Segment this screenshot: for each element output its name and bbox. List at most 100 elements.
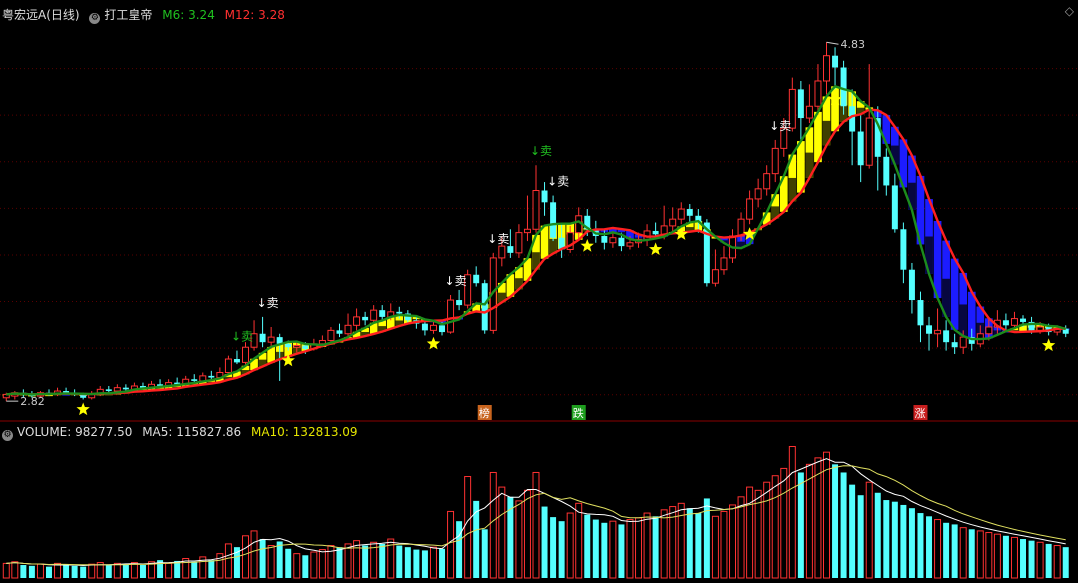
- candle-body-down: [652, 230, 659, 235]
- candle-body-down: [797, 89, 804, 119]
- candle-body-up: [754, 188, 762, 200]
- stock-name[interactable]: 粤宏远A: [2, 8, 46, 22]
- volume-bar-up: [746, 486, 754, 579]
- volume-bar-down: [1020, 539, 1026, 578]
- candle-body-up: [746, 198, 754, 220]
- volume-bar-up: [165, 562, 173, 579]
- candle-body-down: [233, 359, 240, 363]
- volume-bar-down: [404, 547, 411, 578]
- indicator-name[interactable]: 打工皇帝: [104, 8, 152, 22]
- candle-body-up: [113, 387, 121, 392]
- band: [2, 86, 1070, 397]
- candle-body-up: [498, 245, 506, 259]
- diamond-icon[interactable]: ◇: [1065, 4, 1074, 18]
- volume-bar-up: [36, 563, 44, 579]
- volume-bar-down: [558, 521, 565, 578]
- volume-bar-down: [191, 561, 198, 578]
- volume-bar-up: [88, 563, 96, 579]
- candle-body-up: [823, 55, 830, 82]
- volume-bar-down: [601, 522, 608, 578]
- buy-star: [76, 402, 90, 416]
- volume-bar-down: [481, 529, 488, 578]
- volume-bar-up: [224, 543, 232, 579]
- band-segment: [797, 141, 805, 193]
- candle-body-down: [686, 209, 693, 216]
- volume-bar-up: [464, 476, 472, 579]
- volume-bar-down: [652, 516, 659, 578]
- low-price-label: 2.82: [20, 395, 45, 408]
- volume-bar-up: [523, 489, 531, 579]
- volume-bar-down: [874, 492, 881, 578]
- candle-body-up: [959, 336, 967, 348]
- volume-bar-down: [46, 566, 52, 578]
- event-label: 跌: [573, 406, 584, 420]
- candle-body-down: [618, 237, 625, 247]
- candle-body-down: [840, 67, 847, 107]
- volume-bar-down: [413, 549, 420, 578]
- candle-body-down: [601, 236, 608, 243]
- volume-bar-up: [250, 530, 258, 579]
- candle-body-down: [832, 55, 839, 68]
- candle-body-down: [1002, 320, 1009, 326]
- volume-settings-icon[interactable]: ⚙: [2, 430, 13, 441]
- volume-bar-up: [1010, 536, 1018, 579]
- volume-bar-up: [267, 545, 275, 579]
- volume-bar-up: [429, 546, 437, 579]
- candle-body-down: [336, 330, 343, 334]
- candle-body-down: [943, 330, 950, 343]
- volume-bar-down: [174, 560, 181, 578]
- candle-body-up: [1010, 318, 1018, 326]
- volume-bar-up: [609, 520, 617, 579]
- candle-body-up: [814, 80, 822, 107]
- volume-bar-up: [780, 467, 788, 579]
- volume-bar-down: [618, 524, 625, 578]
- volume-value: VOLUME: 98277.50: [17, 425, 133, 439]
- volume-bar-down: [943, 522, 950, 578]
- volume-bar-up: [447, 510, 455, 579]
- sell-label: ↓卖: [231, 330, 253, 344]
- candle-body-down: [917, 300, 924, 326]
- event-label: 涨: [914, 407, 925, 420]
- candle-body-down: [362, 316, 369, 321]
- candle-body-up: [609, 237, 617, 244]
- volume-bar-down: [439, 548, 446, 578]
- band-segment: [933, 220, 942, 299]
- volume-bar-up: [643, 512, 651, 579]
- volume-bar-down: [891, 501, 898, 578]
- volume-bar-up: [771, 475, 779, 579]
- volume-bars: [2, 445, 1069, 579]
- volume-bar-down: [285, 548, 292, 578]
- sell-label: ↓卖: [547, 175, 569, 189]
- volume-bar-down: [396, 545, 403, 578]
- volume-bar-up: [344, 543, 352, 579]
- m12-value: M12: 3.28: [224, 8, 285, 22]
- candle-body-up: [267, 336, 275, 343]
- period-label[interactable]: (日线): [46, 8, 79, 22]
- indicator-settings-icon[interactable]: ⚙: [89, 13, 101, 24]
- candle-body-up: [626, 242, 634, 247]
- candle-body-down: [550, 202, 557, 238]
- volume-bar-up: [566, 512, 574, 579]
- volume-bar-up: [934, 519, 942, 579]
- volume-bar-down: [900, 504, 907, 578]
- sell-label: ↓卖: [445, 274, 467, 288]
- band-segment: [540, 225, 549, 259]
- candle-body-down: [379, 310, 386, 317]
- candle-body-down: [456, 300, 463, 306]
- candle-body-down: [105, 389, 112, 392]
- volume-bar-down: [20, 565, 27, 578]
- candle-body-up: [327, 329, 335, 341]
- volume-bar-up: [318, 549, 326, 579]
- buy-star: [1042, 338, 1056, 352]
- volume-bar-up: [626, 519, 634, 579]
- volume-bar-up: [993, 533, 1001, 579]
- volume-bar-up: [515, 500, 523, 579]
- volume-bar-down: [797, 472, 804, 578]
- volume-bar-down: [840, 472, 847, 578]
- volume-bar-up: [1053, 545, 1061, 579]
- volume-bar-up: [113, 562, 121, 579]
- candle-body-up: [447, 299, 455, 333]
- candle-body-down: [439, 325, 446, 333]
- candle-body-up: [865, 117, 873, 166]
- candle-body-down: [951, 342, 958, 348]
